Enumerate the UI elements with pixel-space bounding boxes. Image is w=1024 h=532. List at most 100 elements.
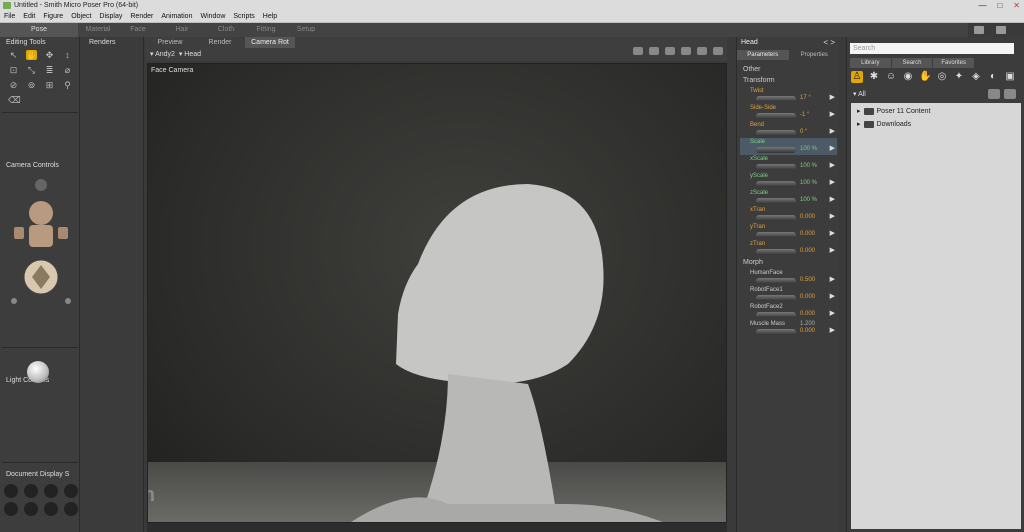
param-row[interactable]: yTran 0.000 ▶ xyxy=(740,223,837,240)
tab-camera-rot[interactable]: Camera Rot xyxy=(245,37,295,48)
translate-tool-icon[interactable]: ↕ xyxy=(62,50,73,60)
viewport-options-icon[interactable] xyxy=(713,47,723,55)
material-icon[interactable]: ◐ xyxy=(987,71,999,83)
face-icon[interactable]: ☺ xyxy=(885,71,897,83)
globe-icon[interactable] xyxy=(681,47,691,55)
room-tab-cloth[interactable]: Cloth xyxy=(206,23,246,37)
figure-icon[interactable]: ♙ xyxy=(851,71,863,83)
tab-preview[interactable]: Preview xyxy=(145,37,195,48)
pose-icon[interactable]: ✱ xyxy=(868,71,880,83)
param-row[interactable]: zTran 0.000 ▶ xyxy=(740,240,837,257)
display-style-button[interactable] xyxy=(24,484,38,498)
display-style-button[interactable] xyxy=(64,484,78,498)
camera-icon[interactable] xyxy=(633,47,643,55)
display-style-button[interactable] xyxy=(44,502,58,516)
rotate-tool-icon[interactable]: ✋ xyxy=(26,50,37,60)
menu-file[interactable]: File xyxy=(0,11,19,22)
display-style-button[interactable] xyxy=(4,484,18,498)
param-row[interactable]: Twist 17 ° ▶ xyxy=(740,87,837,104)
menu-help[interactable]: Help xyxy=(259,11,281,22)
library-options-icon[interactable] xyxy=(1004,89,1016,99)
param-row[interactable]: Muscle Mass 0.000 ▶ 1.200 xyxy=(740,320,837,337)
figure-dropdown-icon[interactable]: ▾ xyxy=(150,51,154,58)
menu-animation[interactable]: Animation xyxy=(157,11,196,22)
display-style-grid xyxy=(4,484,80,516)
param-row[interactable]: xScale 100 % ▶ xyxy=(740,155,837,172)
props-icon[interactable]: ◎ xyxy=(936,71,948,83)
tab-library[interactable]: Library xyxy=(850,58,891,68)
tab-favorites[interactable]: Favorites xyxy=(933,58,975,68)
lights-icon[interactable] xyxy=(665,47,675,55)
param-dial xyxy=(756,181,796,187)
menu-figure[interactable]: Figure xyxy=(39,11,67,22)
morph-tool-icon[interactable]: ⊞ xyxy=(44,80,55,90)
tab-parameters[interactable]: Parameters xyxy=(737,50,789,60)
all-dropdown[interactable]: ▾ All xyxy=(853,90,866,98)
maximize-button[interactable]: □ xyxy=(997,0,1002,11)
scene-icon[interactable]: ▣ xyxy=(1004,71,1016,83)
menu-scripts[interactable]: Scripts xyxy=(229,11,258,22)
param-row[interactable]: xTran 0.000 ▶ xyxy=(740,206,837,223)
list-item[interactable]: ▸ Downloads xyxy=(857,120,911,128)
menu-object[interactable]: Object xyxy=(67,11,95,22)
move-tool-icon[interactable]: ✥ xyxy=(44,50,55,60)
room-tab-material[interactable]: Material xyxy=(78,23,118,37)
hair-icon[interactable]: ◉ xyxy=(902,71,914,83)
param-row[interactable]: RobotFace1 0.000 ▶ xyxy=(740,286,837,303)
hand-icon[interactable]: ✋ xyxy=(919,71,931,83)
room-tab-setup[interactable]: Setup xyxy=(286,23,326,37)
grouping-tool-icon[interactable]: ⊘ xyxy=(8,80,19,90)
render-settings-icon[interactable] xyxy=(697,47,707,55)
menu-edit[interactable]: Edit xyxy=(19,11,39,22)
group-transform[interactable]: Transform xyxy=(743,77,775,84)
snapshot-icon[interactable] xyxy=(649,47,659,55)
group-other[interactable]: Other xyxy=(743,66,761,73)
figure-selector[interactable]: Andy2 xyxy=(155,51,175,58)
close-button[interactable]: ✕ xyxy=(1013,0,1020,11)
menu-window[interactable]: Window xyxy=(196,11,229,22)
param-row[interactable]: Bend 0 ° ▶ xyxy=(740,121,837,138)
room-tab-face[interactable]: Face xyxy=(118,23,158,37)
display-style-button[interactable] xyxy=(44,484,58,498)
eraser-tool-icon[interactable]: ⌫ xyxy=(8,95,21,105)
library-search-input[interactable]: Search xyxy=(850,43,1014,54)
color-tool-icon[interactable]: ⌀ xyxy=(62,65,73,75)
view-magnifier-icon[interactable]: ⊚ xyxy=(26,80,37,90)
chain-tool-icon[interactable]: ≣ xyxy=(44,65,55,75)
actor-selector[interactable]: Head xyxy=(184,51,201,58)
display-style-button[interactable] xyxy=(4,502,18,516)
param-row[interactable]: zScale 100 % ▶ xyxy=(740,189,837,206)
param-row[interactable]: Side-Side -1 ° ▶ xyxy=(740,104,837,121)
param-row-selected[interactable]: Scale 100 % ▶ xyxy=(740,138,837,155)
actor-nav-arrows[interactable]: < > xyxy=(823,38,835,47)
direct-manipulation-icon[interactable]: ⚲ xyxy=(62,80,73,90)
camera-controls-widget[interactable] xyxy=(10,177,72,307)
tab-search[interactable]: Search xyxy=(891,58,933,68)
room-tab-hair[interactable]: Hair xyxy=(158,23,206,37)
room-tab-fitting[interactable]: Fitting xyxy=(246,23,286,37)
menu-render[interactable]: Render xyxy=(126,11,157,22)
param-row[interactable]: HumanFace 0.500 ▶ xyxy=(740,269,837,286)
library-add-icon[interactable] xyxy=(988,89,1000,99)
light-icon[interactable]: ✦ xyxy=(953,71,965,83)
actor-dropdown-icon[interactable]: ▾ xyxy=(179,51,183,58)
select-tool-icon[interactable]: ↖ xyxy=(8,50,19,60)
scale-tool-icon[interactable]: ⊡ xyxy=(8,65,19,75)
list-item[interactable]: ▸ Poser 11 Content xyxy=(857,107,930,115)
menu-display[interactable]: Display xyxy=(95,11,126,22)
display-style-button[interactable] xyxy=(24,502,38,516)
light-sphere-icon[interactable] xyxy=(27,361,49,383)
param-row[interactable]: RobotFace2 0.000 ▶ xyxy=(740,303,837,320)
minimize-button[interactable]: — xyxy=(978,0,986,11)
tab-render[interactable]: Render xyxy=(195,37,245,48)
chat-icon[interactable] xyxy=(974,26,984,34)
param-row[interactable]: yScale 100 % ▶ xyxy=(740,172,837,189)
camera-icon[interactable]: ◈ xyxy=(970,71,982,83)
monitor-icon[interactable] xyxy=(996,26,1006,34)
group-morph[interactable]: Morph xyxy=(743,259,763,266)
display-style-button[interactable] xyxy=(64,502,78,516)
room-tab-pose[interactable]: Pose xyxy=(0,23,78,37)
tab-properties[interactable]: Properties xyxy=(789,50,841,60)
3d-viewport[interactable]: Face Camera filehorse.com xyxy=(147,63,727,523)
taper-tool-icon[interactable]: ⤡ xyxy=(26,65,37,75)
